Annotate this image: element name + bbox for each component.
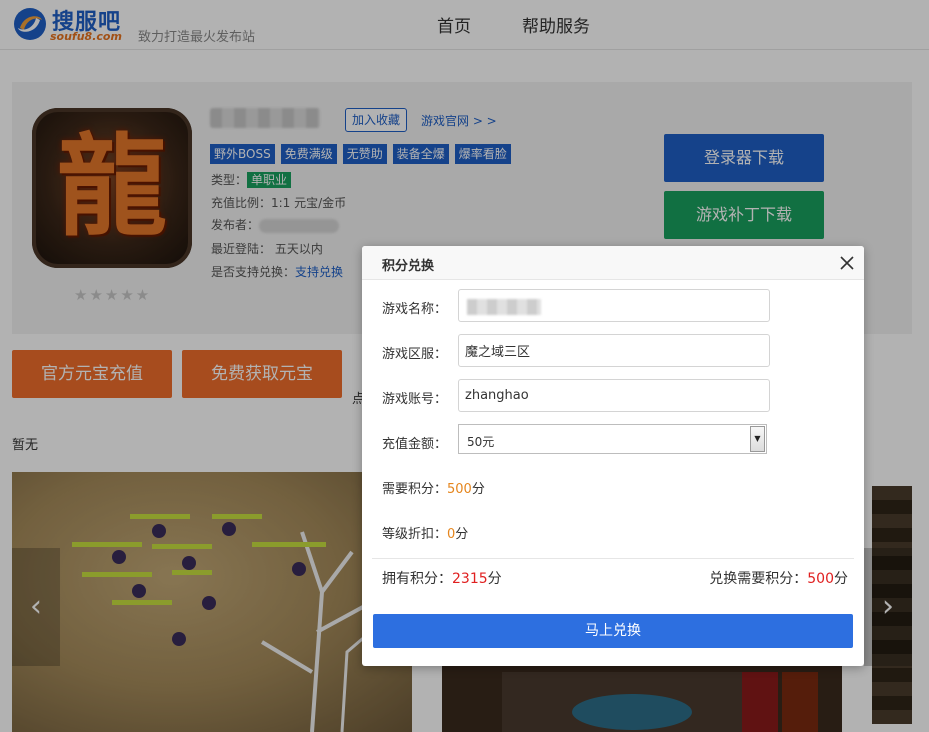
need-points-unit: 分: [471, 482, 485, 497]
own-points: 拥有积分：2315分: [382, 568, 502, 588]
blurred-game-name-value: [467, 299, 541, 315]
need-points-row: 需要积分：500分: [382, 478, 485, 497]
dialog-header: 积分兑换: [362, 246, 864, 280]
game-name-label: 游戏名称：: [382, 302, 448, 317]
dialog-divider: [372, 558, 854, 559]
discount-row: 等级折扣：0分: [382, 523, 468, 542]
amount-select[interactable]: 50元 ▼: [458, 424, 767, 454]
need-points-label: 需要积分：: [382, 482, 448, 497]
close-icon[interactable]: [836, 252, 858, 274]
amount-selected-value: 50元: [467, 435, 495, 449]
exchange-now-button[interactable]: 马上兑换: [373, 614, 853, 648]
own-points-label: 拥有积分：: [382, 571, 452, 587]
own-points-unit: 分: [487, 571, 502, 587]
server-input[interactable]: [458, 334, 770, 367]
discount-label: 等级折扣：: [382, 527, 448, 542]
own-points-value: 2315: [452, 571, 488, 587]
exchange-need-label: 兑换需要积分：: [709, 571, 808, 587]
points-exchange-dialog: 积分兑换 游戏名称： 游戏区服： 游戏账号： 充值金额： 50元 ▼ 需要积分：…: [362, 246, 864, 666]
amount-label: 充值金额：: [382, 437, 448, 452]
dropdown-arrow-icon[interactable]: ▼: [750, 426, 765, 452]
account-input[interactable]: [458, 379, 770, 412]
account-label: 游戏账号：: [382, 392, 448, 407]
server-label: 游戏区服：: [382, 347, 448, 362]
dialog-title: 积分兑换: [382, 259, 435, 274]
exchange-need-unit: 分: [834, 571, 848, 587]
need-points-value: 500: [447, 482, 472, 497]
exchange-need-points: 兑换需要积分：500分: [709, 568, 848, 588]
exchange-need-value: 500: [807, 571, 834, 587]
discount-unit: 分: [455, 527, 469, 542]
